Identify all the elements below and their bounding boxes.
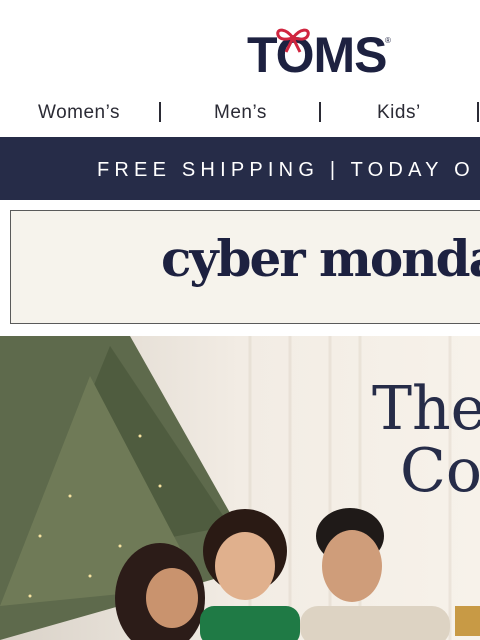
shipping-banner[interactable]: FREE SHIPPING | TODAY O [0, 137, 480, 200]
registered-mark: ® [385, 36, 391, 45]
nav-kids[interactable]: Kids’ [377, 98, 421, 128]
hero-title-line1: The C [372, 374, 480, 444]
hero-title-line2: Con [400, 436, 480, 506]
cyber-monday-promo[interactable]: cyber monday [10, 210, 480, 324]
toms-logo[interactable]: TOMS [247, 28, 388, 82]
nav-mens[interactable]: Men’s [214, 98, 267, 128]
header: TOMS ® [0, 0, 480, 98]
nav-separator [159, 102, 161, 122]
banner-text: FREE SHIPPING | TODAY O [97, 159, 475, 181]
nav-separator [319, 102, 321, 122]
nav-womens[interactable]: Women’s [38, 98, 120, 128]
gift-bow-icon [276, 28, 310, 53]
promo-title: cyber monday [161, 229, 480, 288]
nav-separator [477, 102, 479, 122]
top-nav: Women’s Men’s Kids’ [0, 98, 480, 136]
hero-image[interactable]: The C Con [0, 336, 480, 640]
